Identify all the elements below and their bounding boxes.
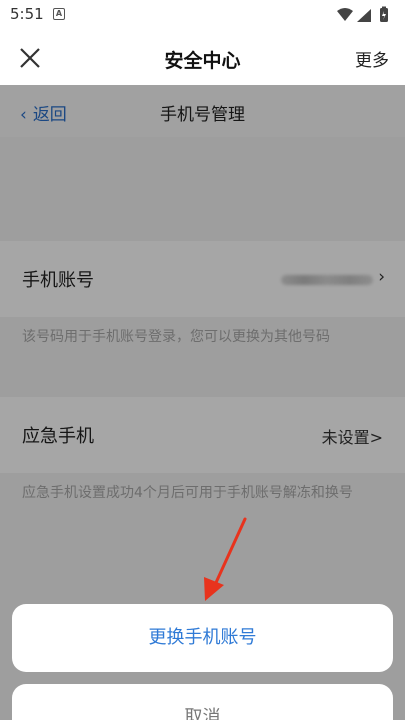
- change-phone-account-button[interactable]: 更换手机账号: [12, 604, 393, 672]
- close-icon[interactable]: [14, 42, 46, 74]
- more-button[interactable]: 更多: [355, 46, 389, 71]
- status-time: 5:51: [10, 5, 44, 23]
- status-bar: 5:51 A: [0, 0, 405, 30]
- notification-icon: A: [53, 8, 65, 20]
- app-header: 安全中心 更多: [0, 30, 405, 85]
- signal-icon: [357, 9, 371, 22]
- status-icons: [337, 6, 388, 22]
- wifi-icon: [337, 8, 353, 21]
- page-title: 安全中心: [164, 50, 241, 72]
- cancel-button[interactable]: 取消: [12, 684, 393, 720]
